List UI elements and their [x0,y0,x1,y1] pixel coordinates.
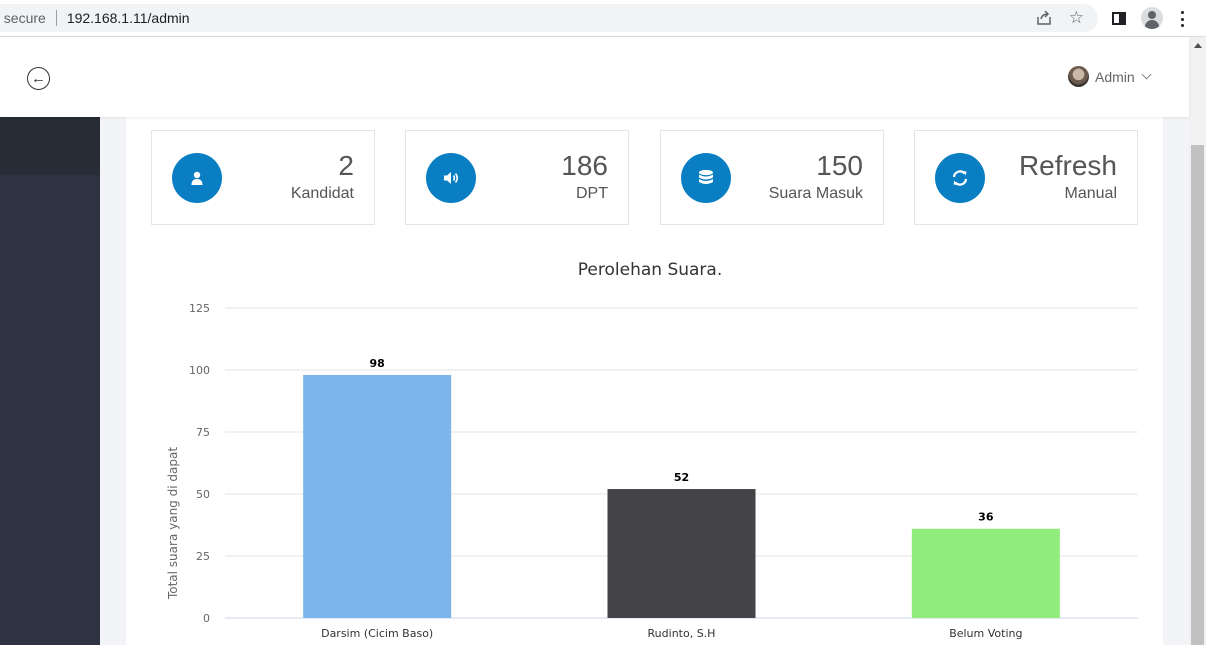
stat-value: 150 [816,150,863,181]
stat-label[interactable]: Manual [1065,185,1117,203]
refresh-icon[interactable] [935,153,985,203]
security-indicator[interactable]: t secure [0,10,46,26]
stat-card-kandidat: 2 Kandidat [151,130,375,225]
stat-label: Suara Masuk [768,185,863,202]
stat-card-dpt: 186 DPT [405,130,629,225]
user-icon [172,153,222,203]
chart-bar [303,374,452,618]
vote-chart: Perolehan Suara. 0 25 50 75 100 125 Total suar… [150,260,1150,645]
page-scrollbar[interactable] [1189,37,1206,645]
y-tick-label: 25 [196,550,210,563]
y-tick-label: 125 [189,302,210,315]
side-panel-icon[interactable] [1112,12,1126,25]
y-tick-label: 50 [196,488,210,501]
data-label: 36 [978,511,994,524]
x-tick-label: Belum Voting [949,627,1022,640]
address-bar[interactable]: t secure 192.168.1.11/admin ☆ [0,4,1098,32]
back-arrow-icon[interactable]: ← [27,67,50,90]
chart-bar [607,489,756,618]
sidebar [0,117,100,645]
stat-label: Kandidat [290,185,354,202]
data-label: 98 [370,357,385,370]
y-tick-label: 100 [189,364,210,377]
browser-toolbar: t secure 192.168.1.11/admin ☆ [0,0,1206,37]
scroll-thumb[interactable] [1191,145,1204,645]
y-tick-label: 0 [203,612,210,625]
user-menu[interactable]: Admin [1068,66,1152,87]
chevron-down-icon [1141,69,1152,80]
stat-label: DPT [576,185,608,202]
volume-icon [426,153,476,203]
share-icon[interactable] [1036,10,1052,26]
sidebar-active-item[interactable] [0,117,100,175]
profile-icon[interactable] [1141,7,1163,29]
stat-card-refresh[interactable]: Refresh Manual [914,130,1138,225]
chart-bar [911,528,1060,618]
x-tick-label: Rudinto, S.H [648,627,716,640]
x-tick-label: Darsim (Cicim Baso) [321,627,433,640]
bookmark-star-icon[interactable]: ☆ [1069,8,1084,28]
address-separator [55,10,57,26]
stat-card-suara-masuk: 150 Suara Masuk [660,130,884,225]
browser-menu-icon[interactable] [1180,11,1184,27]
stat-value: 2 [338,150,354,181]
user-name: Admin [1095,68,1135,85]
avatar [1068,66,1089,87]
url-text[interactable]: 192.168.1.11/admin [67,10,190,26]
stat-value[interactable]: Refresh [1019,150,1117,182]
data-label: 52 [674,471,689,484]
stat-value: 186 [561,150,608,181]
y-axis-label: Total suara yang di dapat [166,447,180,600]
y-tick-label: 75 [196,426,210,439]
chart-plot: 0 25 50 75 100 125 Total suara yang di dapat 98… [166,302,1138,640]
scroll-up-arrow-icon[interactable] [1194,43,1202,48]
database-icon [681,153,731,203]
top-navbar: ← Admin [0,37,1189,117]
